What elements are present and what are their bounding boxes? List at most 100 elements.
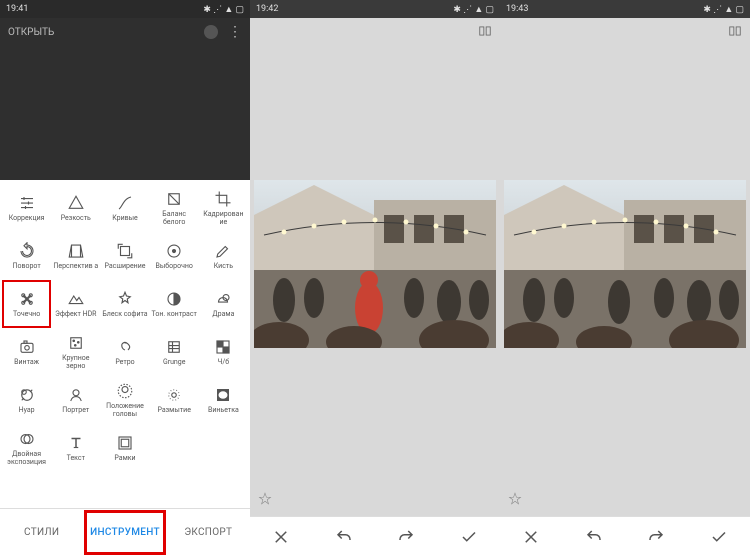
selective-icon	[165, 242, 183, 260]
lensblur-icon	[165, 386, 183, 404]
status-bar: 19:41 ✱ ⋰ ▲ ▢	[0, 0, 250, 18]
tool-grainy[interactable]: Крупное зерно	[51, 328, 100, 376]
compare-icon[interactable]	[478, 23, 492, 42]
cancel-button[interactable]	[271, 527, 291, 547]
double-icon	[18, 430, 36, 448]
vignette-icon	[214, 386, 232, 404]
tool-lensblur[interactable]: Размытие	[150, 376, 199, 424]
tonal-icon	[165, 290, 183, 308]
tool-label: Блеск софита	[102, 311, 147, 318]
photo-preview[interactable]	[254, 180, 496, 348]
status-bar: 19:43 ✱ ⋰ ▲ ▢	[500, 0, 750, 18]
tool-vintage[interactable]: Винтаж	[2, 328, 51, 376]
tool-label: Положение головы	[102, 403, 148, 418]
open-button[interactable]: ОТКРЫТЬ	[8, 27, 54, 38]
tool-drama[interactable]: Драма	[199, 280, 248, 328]
tool-vignette[interactable]: Виньетка	[199, 376, 248, 424]
tool-retrolux[interactable]: Ретро	[100, 328, 149, 376]
status-bar: 19:42 ✱ ⋰ ▲ ▢	[250, 0, 500, 18]
tool-tonal[interactable]: Тон. контраст	[150, 280, 199, 328]
frames-icon	[116, 434, 134, 452]
tool-label: Драма	[212, 311, 234, 318]
tool-perspective[interactable]: Перспектив а	[51, 232, 100, 280]
tool-text[interactable]: Текст	[51, 424, 100, 472]
tool-label: Текст	[67, 455, 85, 462]
tool-bw[interactable]: Ч/б	[199, 328, 248, 376]
cancel-button[interactable]	[521, 527, 541, 547]
tool-label: Резкость	[61, 215, 91, 222]
apply-button[interactable]	[709, 527, 729, 547]
tool-double[interactable]: Двойная экспозиция	[2, 424, 51, 472]
tool-details[interactable]: Резкость	[51, 184, 100, 232]
tool-label: Тон. контраст	[152, 311, 197, 318]
tool-expand[interactable]: Расширение	[100, 232, 149, 280]
photo-preview[interactable]	[504, 180, 746, 348]
favorite-icon[interactable]	[508, 491, 522, 510]
tool-label: Рамки	[114, 455, 135, 462]
grunge-icon	[165, 338, 183, 356]
vintage-icon	[18, 338, 36, 356]
tool-label: Кривые	[112, 215, 138, 222]
expand-icon	[116, 242, 134, 260]
tool-brush[interactable]: Кисть	[199, 232, 248, 280]
editor-panel-result: 19:43 ✱ ⋰ ▲ ▢	[500, 0, 750, 556]
bottom-tabs: СТИЛИ ИНСТРУМЕНТ ЭКСПОРТ	[0, 508, 250, 556]
tab-export[interactable]: ЭКСПОРТ	[167, 509, 250, 556]
app-topbar: ОТКРЫТЬ ⋮	[0, 18, 250, 46]
tool-noir[interactable]: Нуар	[2, 376, 51, 424]
redo-button[interactable]	[646, 527, 666, 547]
tool-tune[interactable]: Коррекция	[2, 184, 51, 232]
portrait-icon	[67, 386, 85, 404]
tool-crop[interactable]: Кадрирован ие	[199, 184, 248, 232]
favorite-icon[interactable]	[258, 491, 272, 510]
tool-label: Портрет	[62, 407, 89, 414]
tool-rotate[interactable]: Поворот	[2, 232, 51, 280]
status-time: 19:41	[6, 4, 28, 14]
tab-tools[interactable]: ИНСТРУМЕНТ	[83, 509, 166, 556]
tool-label: Коррекция	[9, 215, 45, 222]
tool-label: Крупное зерно	[53, 355, 99, 370]
compare-icon[interactable]	[728, 23, 742, 42]
image-preview-dark	[0, 46, 250, 180]
retrolux-icon	[116, 338, 134, 356]
tool-frames[interactable]: Рамки	[100, 424, 149, 472]
tool-label: Виньетка	[208, 407, 239, 414]
tool-headpose[interactable]: Положение головы	[100, 376, 149, 424]
tool-whitebalance[interactable]: Баланс белого	[150, 184, 199, 232]
tool-grunge[interactable]: Grunge	[150, 328, 199, 376]
redo-button[interactable]	[396, 527, 416, 547]
more-icon[interactable]: ⋮	[228, 27, 242, 37]
tool-healing[interactable]: Точечно	[2, 280, 51, 328]
tool-curves[interactable]: Кривые	[100, 184, 149, 232]
noir-icon	[18, 386, 36, 404]
apply-button[interactable]	[459, 527, 479, 547]
tab-styles[interactable]: СТИЛИ	[0, 509, 83, 556]
preview-topbar	[250, 18, 500, 46]
tool-hdr[interactable]: Эффект HDR	[51, 280, 100, 328]
bw-icon	[214, 338, 232, 356]
status-icons: ✱ ⋰ ▲ ▢	[453, 4, 494, 15]
preview-topbar	[500, 18, 750, 46]
tool-glamour[interactable]: Блеск софита	[100, 280, 149, 328]
info-icon[interactable]	[204, 25, 218, 39]
undo-button[interactable]	[584, 527, 604, 547]
status-icons: ✱ ⋰ ▲ ▢	[703, 4, 744, 15]
brush-icon	[214, 242, 232, 260]
tool-label: Кисть	[214, 263, 233, 270]
tool-label: Нуар	[19, 407, 35, 414]
status-icons: ✱ ⋰ ▲ ▢	[203, 4, 244, 15]
tool-grid: Коррекция Резкость Кривые Баланс белогоКадр…	[0, 180, 250, 508]
tune-icon	[18, 194, 36, 212]
grainy-icon	[67, 334, 85, 352]
curves-icon	[116, 194, 134, 212]
tool-label: Расширение	[104, 263, 145, 270]
tool-label: Размытие	[157, 407, 191, 414]
tool-label: Винтаж	[14, 359, 39, 366]
undo-button[interactable]	[334, 527, 354, 547]
status-time: 19:42	[256, 4, 278, 14]
tool-label: Двойная экспозиция	[4, 451, 50, 466]
tool-label: Баланс белого	[151, 211, 197, 226]
editor-panel-masked: 19:42 ✱ ⋰ ▲ ▢	[250, 0, 500, 556]
tool-selective[interactable]: Выборочно	[150, 232, 199, 280]
tool-portrait[interactable]: Портрет	[51, 376, 100, 424]
